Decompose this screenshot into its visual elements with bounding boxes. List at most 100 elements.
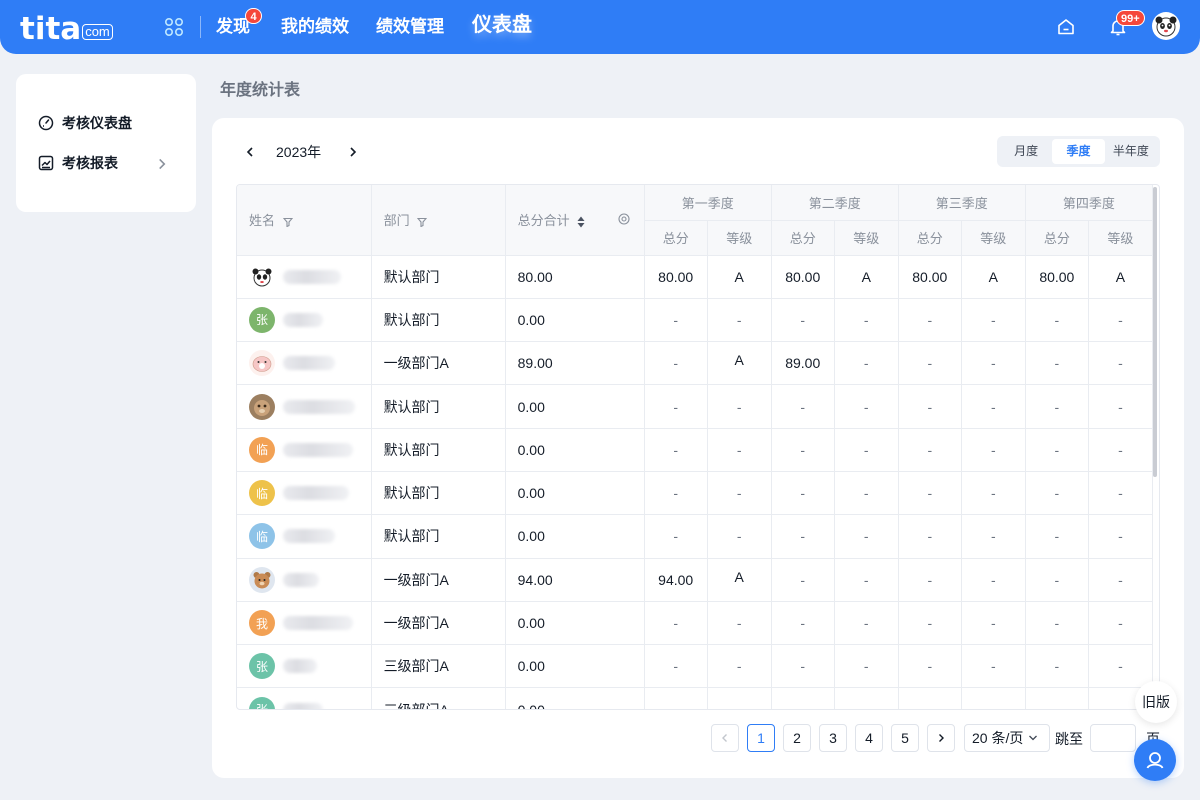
table-row[interactable]: 临默认部门 0.00- - - - - - - - [237, 428, 1154, 472]
avatar: 我 [249, 610, 275, 637]
support-icon [1146, 752, 1164, 769]
chevron-left-icon [246, 147, 253, 157]
sort-icon[interactable] [577, 216, 585, 228]
page-size-select[interactable]: 20 条/页 [964, 724, 1050, 752]
sidebar-item-review-dashboard[interactable]: 考核仪表盘 [38, 113, 178, 133]
cell-quarter-score: - [1025, 644, 1089, 689]
cell-dept: 默认部门 [371, 514, 506, 559]
cell-quarter-score: - [771, 298, 835, 343]
cell-quarter-score: - [1025, 471, 1089, 516]
cell-quarter-score: - [898, 687, 962, 709]
page-1-button[interactable]: 1 [747, 724, 775, 752]
segment-quarterly[interactable]: 季度 [1052, 139, 1105, 164]
cell-quarter-grade: - [707, 644, 772, 689]
page-4-button[interactable]: 4 [855, 724, 883, 752]
avatar [249, 566, 275, 593]
page-2-button[interactable]: 2 [783, 724, 811, 752]
cell-quarter-grade: - [1088, 298, 1154, 343]
nav-item-my-performance[interactable]: 我的绩效 [281, 15, 349, 39]
cell-name: 我 [237, 601, 372, 646]
cell-quarter-score: - [898, 341, 962, 386]
filter-icon[interactable] [282, 217, 293, 227]
header-q4: 第四季度 [1025, 185, 1154, 221]
cell-name [237, 255, 372, 299]
table-row[interactable]: 张默认部门 0.00- - - - - - - - [237, 298, 1154, 343]
cell-dept: 默认部门 [371, 471, 506, 516]
logo-text: tita [20, 11, 82, 47]
cell-quarter-grade: - [1088, 384, 1154, 429]
cell-quarter-grade: - [834, 514, 899, 559]
sidebar-item-review-report[interactable]: 考核报表 [38, 153, 178, 173]
page-3-button[interactable]: 3 [819, 724, 847, 752]
cell-quarter-score: - [771, 428, 835, 472]
nav-item-dashboard[interactable]: 仪表盘 [472, 13, 532, 37]
cell-quarter-grade: - [707, 601, 772, 646]
table-row[interactable]: 默认部门 0.00- - - - - - - - [237, 384, 1154, 429]
table-row[interactable]: 默认部门 80.00 80.00 A 80.00 A 80.00 A 80.00 A [237, 255, 1154, 299]
table-row[interactable]: 张三级部门A0.00-------- [237, 687, 1154, 709]
cell-total: 0.00 [505, 514, 645, 559]
cell-quarter-grade: - [961, 514, 1026, 559]
cell-quarter-grade: - [961, 384, 1026, 429]
header-dept[interactable]: 部门 [371, 185, 506, 256]
next-year-button[interactable] [343, 142, 363, 162]
table-row[interactable]: 我一级部门A 0.00- - - - - - - - [237, 601, 1154, 646]
cell-quarter-score: - [644, 687, 708, 709]
table-row[interactable]: 临默认部门 0.00- - - - - - - - [237, 471, 1154, 516]
avatar: 张 [249, 306, 275, 333]
cell-quarter-score: 80.00 [898, 255, 962, 299]
cell-quarter-score: - [644, 384, 708, 429]
cell-quarter-score: - [644, 514, 708, 559]
filter-icon[interactable] [417, 217, 428, 227]
table-scrollbar[interactable] [1153, 187, 1157, 477]
cell-quarter-score: 80.00 [644, 255, 708, 299]
cell-quarter-grade: - [707, 384, 772, 429]
page-size-value: 20 条/页 [972, 730, 1024, 746]
nav-item-performance-management[interactable]: 绩效管理 [376, 15, 444, 39]
prev-page-button[interactable] [711, 724, 739, 752]
cell-total: 89.00 [505, 341, 645, 386]
cell-quarter-grade: - [707, 687, 772, 709]
apps-icon[interactable] [164, 17, 184, 37]
header-grade: 等级 [1088, 220, 1154, 256]
table-row[interactable]: 张三级部门A0.00-------- [237, 644, 1154, 689]
discover-badge: 4 [245, 8, 262, 24]
table-row[interactable]: 一级部门A 89.00- A 89.00- - - - - [237, 341, 1154, 386]
jump-page-input[interactable] [1090, 724, 1136, 752]
old-version-button[interactable]: 旧版 [1135, 681, 1177, 723]
segment-half-year[interactable]: 半年度 [1105, 139, 1157, 164]
table-row[interactable]: 临默认部门 0.00- - - - - - - - [237, 514, 1154, 559]
cell-quarter-score: - [1025, 514, 1089, 559]
cell-quarter-score: - [644, 428, 708, 472]
year-navigator: 2023年 [240, 142, 363, 162]
user-avatar[interactable] [1152, 12, 1180, 40]
cell-dept: 三级部门A [371, 644, 506, 689]
cell-quarter-score: - [771, 558, 835, 602]
next-page-button[interactable] [927, 724, 955, 752]
chevron-right-icon [159, 158, 166, 170]
page-5-button[interactable]: 5 [891, 724, 919, 752]
chart-icon [38, 155, 54, 171]
table-row[interactable]: 一级部门A 94.00 94.00 A - - - - - - [237, 558, 1154, 602]
notification-badge: 99+ [1116, 10, 1145, 26]
customer-service-button[interactable] [1134, 739, 1176, 781]
home-icon[interactable] [1056, 17, 1076, 37]
header-total[interactable]: 总分合计 [505, 185, 645, 256]
segment-monthly[interactable]: 月度 [1000, 139, 1052, 164]
avatar [249, 393, 275, 420]
cell-total: 80.00 [505, 255, 645, 299]
cell-quarter-grade: - [961, 428, 1026, 472]
cell-quarter-score: 80.00 [771, 255, 835, 299]
eye-settings-icon[interactable] [618, 213, 630, 225]
cell-quarter-score: - [898, 471, 962, 516]
cell-total: 0.00 [505, 298, 645, 343]
cell-quarter-grade: - [834, 384, 899, 429]
prev-year-button[interactable] [240, 142, 260, 162]
cell-quarter-grade: - [961, 687, 1026, 709]
tita-logo[interactable]: tita com [20, 10, 113, 47]
header-name[interactable]: 姓名 [237, 185, 372, 256]
redacted-name [283, 356, 335, 371]
cell-quarter-grade: A [707, 255, 772, 299]
header-q3: 第三季度 [898, 185, 1026, 221]
redacted-name [283, 486, 349, 501]
